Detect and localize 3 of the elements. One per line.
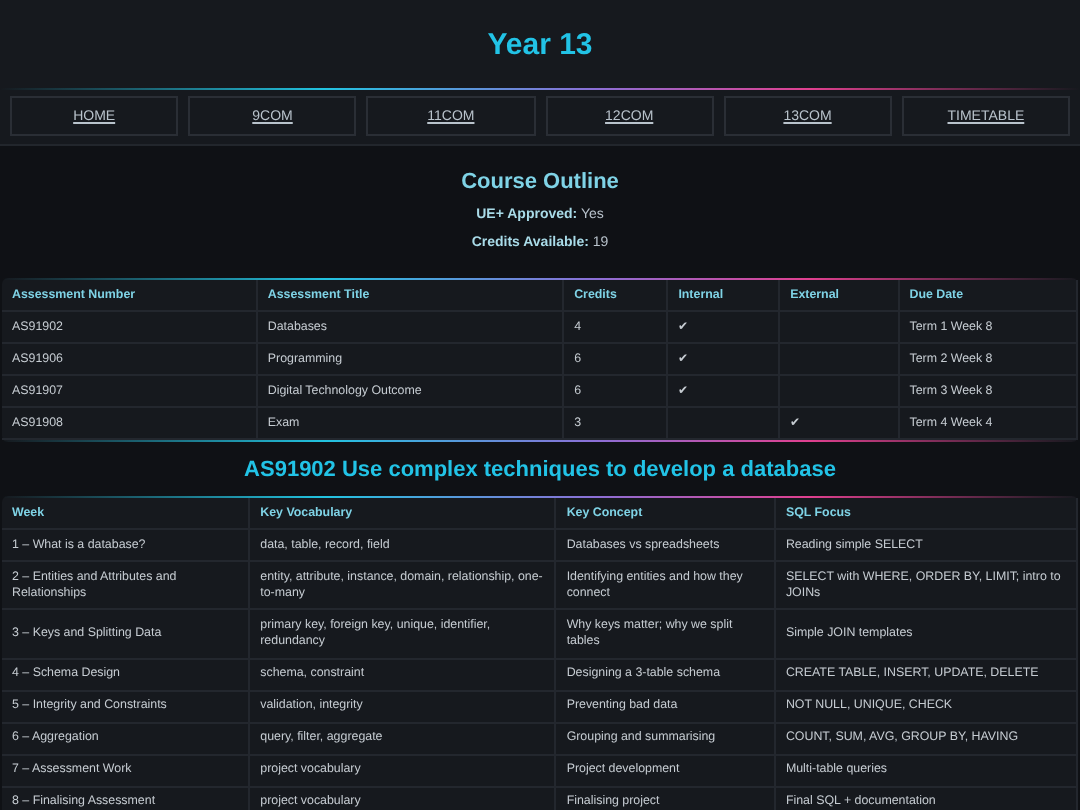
section-heading: Course Outline (461, 170, 619, 194)
page-title: Year 13 (487, 28, 593, 62)
section-heading: AS91902 Use complex techniques to develop a database (244, 458, 836, 483)
